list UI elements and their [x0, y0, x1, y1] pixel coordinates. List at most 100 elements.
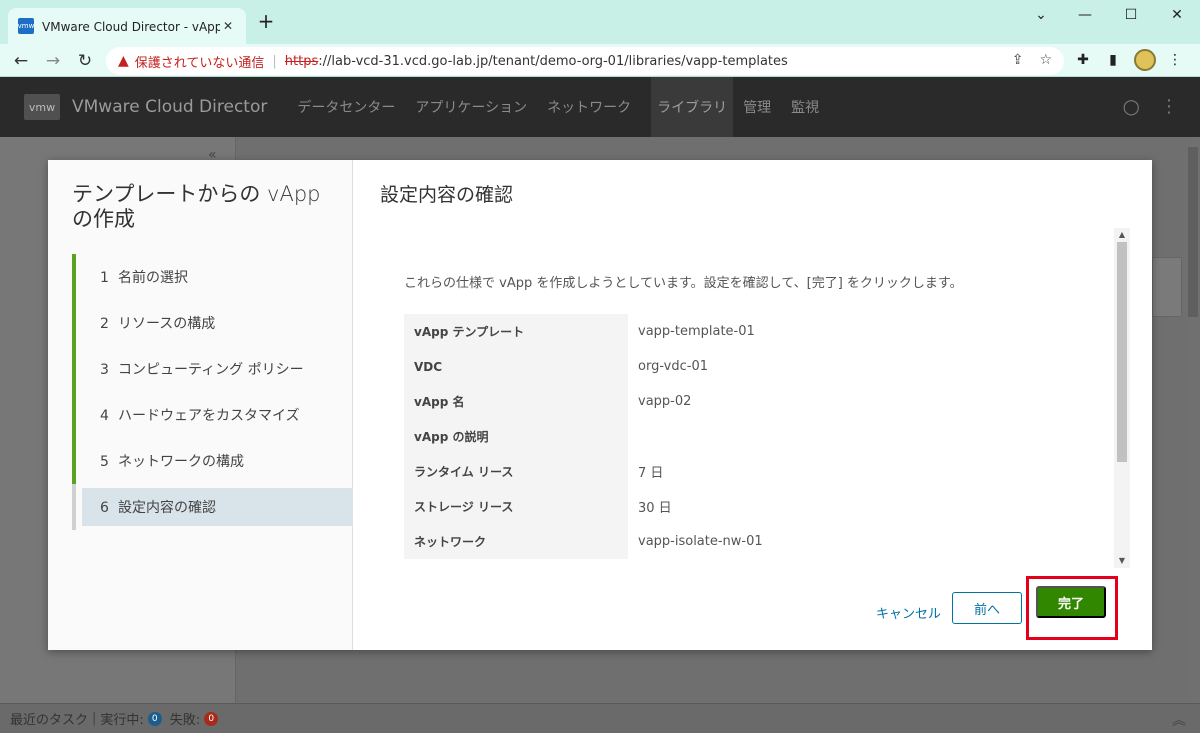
app-header: vmw VMware Cloud Director データセンター アプリケーシ…: [0, 77, 1200, 137]
wizard-content: 設定内容の確認 これらの仕様で vApp を作成しようとしています。設定を確認し…: [354, 160, 1152, 650]
url-text: ://lab-vcd-31.vcd.go-lab.jp/tenant/demo-…: [318, 53, 788, 69]
browser-menu-icon[interactable]: ⋮: [1164, 49, 1186, 71]
content-scroll-area[interactable]: これらの仕様で vApp を作成しようとしています。設定を確認して、[完了] を…: [380, 228, 1134, 568]
more-options-icon[interactable]: ⋮: [1160, 96, 1178, 117]
side-panel-icon[interactable]: ▮: [1102, 49, 1124, 71]
create-vapp-wizard-modal: テンプレートからの vApp の作成 1 名前の選択 2 リソースの構成 3 コンピュ…: [48, 160, 1152, 650]
nav-libraries[interactable]: ライブラリ: [651, 77, 734, 137]
summary-value: 30 日: [638, 501, 672, 516]
back-arrow-icon[interactable]: ←: [8, 48, 34, 74]
step-label: 6 設定内容の確認: [100, 497, 216, 517]
summary-value: vapp-02: [638, 394, 692, 409]
app-title: VMware Cloud Director: [72, 97, 268, 117]
tab-close-icon[interactable]: ✕: [220, 19, 236, 33]
summary-value: vapp-isolate-nw-01: [638, 534, 763, 549]
step-label: 3 コンピューティング ポリシー: [100, 359, 304, 379]
expand-tasks-icon[interactable]: ︽: [1172, 710, 1186, 730]
extensions-puzzle-icon[interactable]: ✚: [1072, 49, 1094, 71]
summary-row: vApp テンプレート vapp-template-01: [404, 314, 1084, 349]
nav-monitor[interactable]: 監視: [791, 97, 819, 117]
maximize-button[interactable]: ☐: [1108, 0, 1154, 30]
forward-arrow-icon[interactable]: →: [40, 48, 66, 74]
failed-label: 失敗:: [169, 713, 201, 728]
nav-networking[interactable]: ネットワーク: [547, 97, 631, 117]
taskbar-separator: |: [92, 711, 97, 726]
wizard-step-5[interactable]: 5 ネットワークの構成: [72, 438, 353, 484]
summary-value: 7 日: [638, 466, 664, 481]
step-number: 3: [100, 362, 109, 378]
finish-button[interactable]: 完了: [1036, 586, 1106, 618]
step-number: 4: [100, 408, 109, 424]
recent-tasks-label[interactable]: 最近のタスク: [10, 709, 88, 728]
step-number: 6: [100, 500, 109, 516]
wizard-footer: キャンセル 前へ 完了: [354, 576, 1152, 640]
recent-tasks-bar: 最近のタスク | 実行中: 0 失敗: 0 ︽: [0, 703, 1200, 733]
bookmark-star-icon[interactable]: ☆: [1039, 52, 1052, 68]
wizard-title: テンプレートからの vApp の作成: [72, 182, 321, 231]
page-scrollbar-thumb: [1188, 147, 1198, 317]
step-label: 4 ハードウェアをカスタマイズ: [100, 405, 300, 425]
wizard-step-6[interactable]: 6 設定内容の確認: [72, 484, 353, 530]
summary-row: vApp の説明: [404, 419, 1084, 454]
summary-key: vApp テンプレート: [404, 314, 628, 349]
step-name: コンピューティング ポリシー: [118, 362, 304, 378]
url-scheme: https: [284, 53, 319, 69]
omnibox-separator: |: [272, 53, 277, 69]
minimize-button[interactable]: —: [1062, 0, 1108, 30]
close-window-button[interactable]: ✕: [1154, 0, 1200, 30]
step-name: ハードウェアをカスタマイズ: [118, 408, 300, 424]
scroll-down-arrow-icon[interactable]: ▼: [1114, 554, 1130, 568]
summary-row: ランタイム リース 7 日: [404, 454, 1084, 489]
step-label: 2 リソースの構成: [100, 313, 215, 333]
vmware-logo: vmw: [24, 94, 60, 120]
step-name: リソースの構成: [118, 316, 216, 332]
step-number: 5: [100, 454, 109, 470]
browser-tab[interactable]: vmw VMware Cloud Director - vApp テ ✕: [8, 8, 246, 44]
summary-row: vApp 名 vapp-02: [404, 384, 1084, 419]
summary-key: VDC: [404, 349, 628, 384]
step-label: 5 ネットワークの構成: [100, 451, 244, 471]
wizard-step-nav: テンプレートからの vApp の作成 1 名前の選択 2 リソースの構成 3 コンピュ…: [48, 160, 353, 650]
step-name: 名前の選択: [118, 270, 188, 286]
running-label: 実行中:: [100, 713, 144, 728]
security-warning[interactable]: 保護されていない通信: [135, 52, 265, 71]
address-bar[interactable]: ▲ 保護されていない通信 | https ://lab-vcd-31.vcd.g…: [106, 47, 1064, 75]
running-count-badge: 0: [147, 711, 162, 726]
summary-row: ストレージ リース 30 日: [404, 489, 1084, 524]
wizard-step-1[interactable]: 1 名前の選択: [72, 254, 353, 300]
reload-icon[interactable]: ↻: [72, 48, 98, 74]
wizard-step-3[interactable]: 3 コンピューティング ポリシー: [72, 346, 353, 392]
scroll-up-arrow-icon[interactable]: ▲: [1114, 228, 1130, 242]
tab-title: VMware Cloud Director - vApp テ: [42, 19, 220, 34]
scrollbar-thumb[interactable]: [1117, 242, 1127, 462]
step-name: 設定内容の確認: [118, 500, 216, 516]
summary-key: vApp 名: [404, 384, 628, 419]
cancel-button[interactable]: キャンセル: [866, 596, 951, 628]
summary-value: vapp-template-01: [638, 324, 755, 339]
nav-applications[interactable]: アプリケーション: [415, 97, 527, 117]
summary-table: vApp テンプレート vapp-template-01 VDC org-vdc…: [404, 314, 1084, 559]
step-number: 2: [100, 316, 109, 332]
warning-triangle-icon: ▲: [118, 53, 129, 69]
nav-datacenter[interactable]: データセンター: [297, 97, 395, 117]
nav-administration[interactable]: 管理: [743, 97, 771, 117]
profile-avatar[interactable]: [1134, 49, 1156, 71]
summary-key: ランタイム リース: [404, 454, 628, 489]
summary-row: VDC org-vdc-01: [404, 349, 1084, 384]
browser-tabstrip: vmw VMware Cloud Director - vApp テ ✕ + ⌄…: [0, 0, 1200, 44]
summary-value: org-vdc-01: [638, 359, 708, 374]
previous-button[interactable]: 前へ: [952, 592, 1022, 624]
summary-key: ストレージ リース: [404, 489, 628, 524]
content-scrollbar[interactable]: ▲ ▼: [1114, 228, 1130, 568]
tab-search-chevron-icon[interactable]: ⌄: [1018, 0, 1064, 30]
background-card: [1152, 257, 1182, 317]
step-label: 1 名前の選択: [100, 267, 188, 287]
search-icon[interactable]: ○: [1123, 94, 1140, 118]
new-tab-button[interactable]: +: [256, 11, 276, 32]
wizard-step-4[interactable]: 4 ハードウェアをカスタマイズ: [72, 392, 353, 438]
share-icon[interactable]: ⇪: [1012, 52, 1024, 68]
vmware-favicon-icon: vmw: [18, 18, 34, 34]
summary-value: [628, 419, 638, 454]
wizard-step-2[interactable]: 2 リソースの構成: [72, 300, 353, 346]
summary-key: ネットワーク: [404, 524, 628, 559]
